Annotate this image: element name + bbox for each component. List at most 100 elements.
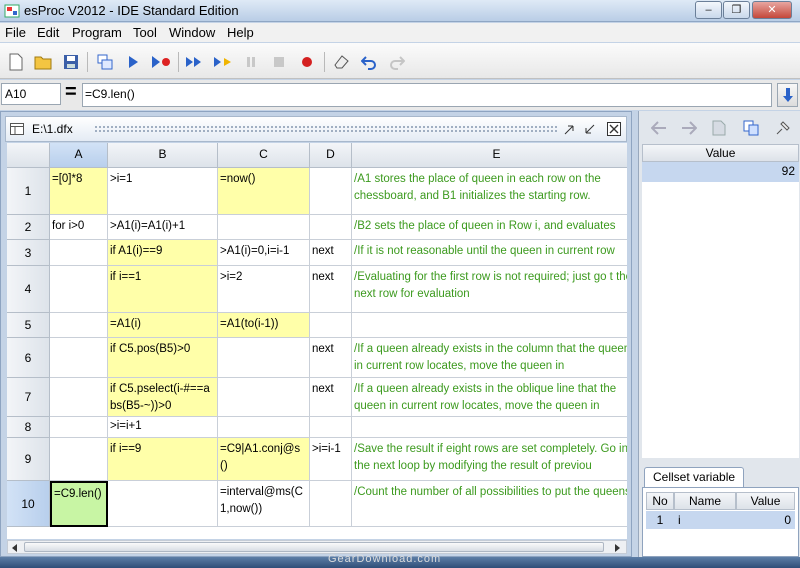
column-header-a[interactable]: A bbox=[50, 143, 108, 168]
grid-corner[interactable] bbox=[7, 143, 50, 168]
menu-help[interactable]: Help bbox=[227, 25, 254, 40]
redo-icon[interactable] bbox=[386, 51, 408, 73]
cell-c8[interactable] bbox=[218, 417, 310, 438]
column-header-e[interactable]: E bbox=[352, 143, 627, 168]
cell-d8[interactable] bbox=[310, 417, 352, 438]
cell-reference-field[interactable]: A10 bbox=[1, 83, 61, 105]
value-display[interactable]: 92 bbox=[642, 162, 799, 182]
cell-a1[interactable]: =[0]*8 bbox=[50, 168, 108, 215]
formula-input[interactable]: =C9.len() bbox=[82, 83, 772, 107]
cell-e2[interactable]: /B2 sets the place of queen in Row i, an… bbox=[352, 215, 627, 240]
cell-b3[interactable]: if A1(i)==9 bbox=[108, 240, 218, 266]
open-folder-icon[interactable] bbox=[32, 51, 54, 73]
step-over-icon[interactable] bbox=[184, 51, 206, 73]
var-row-name[interactable]: i bbox=[674, 511, 736, 529]
stop-icon[interactable] bbox=[268, 51, 290, 73]
restore-button[interactable]: ❐ bbox=[723, 1, 750, 19]
cell-e8[interactable] bbox=[352, 417, 627, 438]
run-icon[interactable] bbox=[122, 51, 144, 73]
pause-icon[interactable] bbox=[240, 51, 262, 73]
minimize-button[interactable]: – bbox=[695, 1, 722, 19]
menu-program[interactable]: Program bbox=[72, 25, 122, 40]
minimize-doc-icon[interactable] bbox=[562, 121, 578, 137]
row-header[interactable]: 6 bbox=[7, 338, 50, 378]
cell-e1[interactable]: /A1 stores the place of queen in each ro… bbox=[352, 168, 627, 215]
cell-a3[interactable] bbox=[50, 240, 108, 266]
step-into-icon[interactable] bbox=[212, 51, 234, 73]
cell-b7[interactable]: if C5.pselect(i-#==abs(B5-~))>0 bbox=[108, 378, 218, 417]
cell-d10[interactable] bbox=[310, 481, 352, 527]
row-header[interactable]: 3 bbox=[7, 240, 50, 266]
cell-d1[interactable] bbox=[310, 168, 352, 215]
cell-d3[interactable]: next bbox=[310, 240, 352, 266]
cell-e5[interactable] bbox=[352, 313, 627, 338]
cell-b4[interactable]: if i==1 bbox=[108, 266, 218, 313]
cell-a2[interactable]: for i>0 bbox=[50, 215, 108, 240]
cell-e7[interactable]: /If a queen already exists in the obliqu… bbox=[352, 378, 627, 417]
cell-c2[interactable] bbox=[218, 215, 310, 240]
cell-e3[interactable]: /If it is not reasonable until the queen… bbox=[352, 240, 627, 266]
row-header[interactable]: 10 bbox=[7, 481, 50, 527]
cell-a6[interactable] bbox=[50, 338, 108, 378]
column-header-b[interactable]: B bbox=[108, 143, 218, 168]
cell-d2[interactable] bbox=[310, 215, 352, 240]
row-header[interactable]: 9 bbox=[7, 438, 50, 481]
column-header-d[interactable]: D bbox=[310, 143, 352, 168]
scroll-right-icon[interactable] bbox=[614, 544, 620, 552]
cell-b5[interactable]: =A1(i) bbox=[108, 313, 218, 338]
cell-e6[interactable]: /If a queen already exists in the column… bbox=[352, 338, 627, 378]
cell-d6[interactable]: next bbox=[310, 338, 352, 378]
new-file-icon[interactable] bbox=[5, 51, 27, 73]
formula-confirm-button[interactable] bbox=[777, 83, 798, 107]
cell-c3[interactable]: >A1(i)=0,i=i-1 bbox=[218, 240, 310, 266]
save-icon[interactable] bbox=[60, 51, 82, 73]
cell-b1[interactable]: >i=1 bbox=[108, 168, 218, 215]
row-header[interactable]: 1 bbox=[7, 168, 50, 215]
cell-c1[interactable]: =now() bbox=[218, 168, 310, 215]
debug-run-icon[interactable] bbox=[150, 51, 172, 73]
cell-d5[interactable] bbox=[310, 313, 352, 338]
cell-c4[interactable]: >i=2 bbox=[218, 266, 310, 313]
cell-c7[interactable] bbox=[218, 378, 310, 417]
cell-a8[interactable] bbox=[50, 417, 108, 438]
column-header-c[interactable]: C bbox=[218, 143, 310, 168]
menu-file[interactable]: File bbox=[5, 25, 26, 40]
row-header[interactable]: 7 bbox=[7, 378, 50, 417]
scrollbar-thumb[interactable] bbox=[24, 542, 604, 552]
undo-icon[interactable] bbox=[358, 51, 380, 73]
eraser-icon[interactable] bbox=[330, 51, 352, 73]
cell-b8[interactable]: >i=i+1 bbox=[108, 417, 218, 438]
cell-a7[interactable] bbox=[50, 378, 108, 417]
tab-cellset-variable[interactable]: Cellset variable bbox=[644, 467, 745, 487]
cell-e4[interactable]: /Evaluating for the first row is not req… bbox=[352, 266, 627, 313]
horizontal-scrollbar[interactable] bbox=[7, 540, 627, 554]
var-row-no[interactable]: 1 bbox=[646, 511, 674, 529]
cell-d7[interactable]: next bbox=[310, 378, 352, 417]
close-doc-icon[interactable] bbox=[606, 121, 622, 137]
cell-c6[interactable] bbox=[218, 338, 310, 378]
row-header[interactable]: 5 bbox=[7, 313, 50, 338]
cell-d4[interactable]: next bbox=[310, 266, 352, 313]
cell-c10[interactable]: =interval@ms(C1,now()) bbox=[218, 481, 310, 527]
menu-tool[interactable]: Tool bbox=[133, 25, 157, 40]
menu-edit[interactable]: Edit bbox=[37, 25, 59, 40]
pin-icon[interactable] bbox=[771, 117, 795, 139]
back-arrow-icon[interactable] bbox=[647, 117, 671, 139]
cell-e9[interactable]: /Save the result if eight rows are set c… bbox=[352, 438, 627, 481]
cell-b10[interactable] bbox=[108, 481, 218, 527]
row-header[interactable]: 4 bbox=[7, 266, 50, 313]
breakpoint-icon[interactable] bbox=[296, 51, 318, 73]
cell-c5[interactable]: =A1(to(i-1)) bbox=[218, 313, 310, 338]
var-row-value[interactable]: 0 bbox=[736, 511, 795, 529]
row-header[interactable]: 2 bbox=[7, 215, 50, 240]
close-button[interactable]: ✕ bbox=[752, 1, 792, 19]
copy-icon[interactable] bbox=[739, 117, 763, 139]
cell-a9[interactable] bbox=[50, 438, 108, 481]
cell-b2[interactable]: >A1(i)=A1(i)+1 bbox=[108, 215, 218, 240]
maximize-doc-icon[interactable] bbox=[582, 121, 598, 137]
document-page-icon[interactable] bbox=[707, 117, 731, 139]
forward-arrow-icon[interactable] bbox=[677, 117, 701, 139]
cell-d9[interactable]: >i=i-1 bbox=[310, 438, 352, 481]
cell-b9[interactable]: if i==9 bbox=[108, 438, 218, 481]
cell-a10[interactable]: =C9.len() bbox=[50, 481, 108, 527]
